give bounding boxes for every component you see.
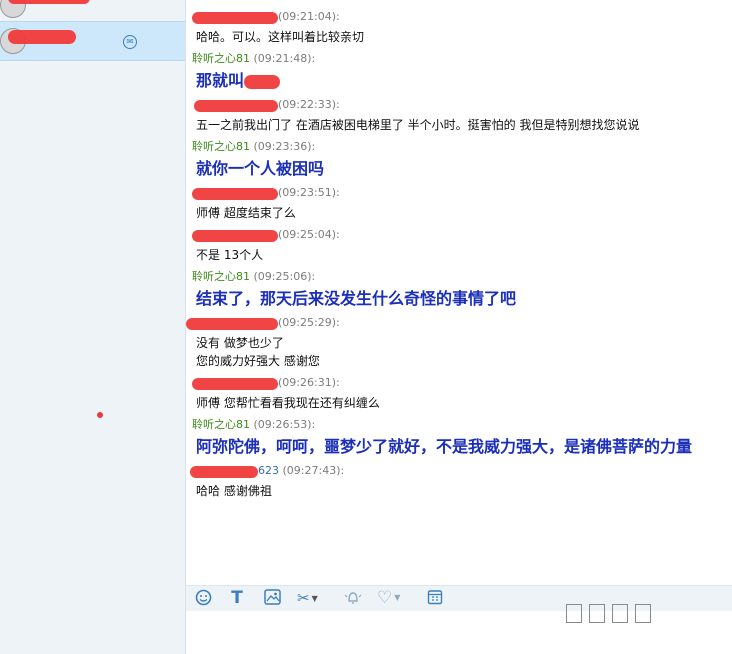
- message-item: 聆听之心81 (09:25:06): 结束了，那天后来没发生什么奇怪的事情了吧: [192, 269, 732, 310]
- message-time: (09:21:48):: [253, 52, 316, 65]
- message-time: (09:22:33):: [278, 98, 340, 111]
- smiley-icon[interactable]: [194, 589, 212, 607]
- calendar-icon[interactable]: [426, 589, 444, 607]
- chat-history[interactable]: (09:21:04): 哈哈。可以。这样叫着比较亲切 聆听之心81 (09:21…: [186, 0, 732, 585]
- redaction-mark: [186, 318, 278, 330]
- redaction-mark: [8, 30, 76, 44]
- message-header: (09:25:04):: [192, 227, 732, 243]
- message-text: 师傅 您帮忙看看我现在还有纠缠么: [196, 396, 380, 410]
- message-header: 聆听之心81 (09:26:53):: [192, 417, 732, 433]
- message-item: (09:25:29): 没有 做梦也少了 您的威力好强大 感谢您: [186, 315, 732, 369]
- redaction-mark: [190, 466, 258, 478]
- contact-item-selected[interactable]: ✉: [0, 21, 185, 61]
- message-text: 结束了，那天后来没发生什么奇怪的事情了吧: [196, 289, 517, 308]
- redaction-mark: [192, 230, 278, 242]
- message-text: 五一之前我出门了 在酒店被困电梯里了 半个小时。挺害怕的 我但是特别想找您说说: [196, 118, 640, 132]
- contact-item[interactable]: [0, 0, 185, 18]
- message-header: 聆听之心81 (09:21:48):: [192, 51, 732, 67]
- sender-name: 聆听之心81: [192, 418, 250, 431]
- message-text: 不是 13个人: [196, 248, 264, 262]
- contact-list: ✉: [0, 0, 186, 654]
- message-text: 就你一个人被困吗: [196, 159, 325, 178]
- scissors-icon[interactable]: ✂ ▼: [297, 589, 327, 607]
- message-text-line2: 您的威力好强大 感谢您: [196, 354, 320, 368]
- message-time: (09:25:29):: [278, 316, 340, 329]
- message-header: (09:26:31):: [192, 375, 732, 391]
- message-header: 聆听之心81 (09:25:06):: [192, 269, 732, 285]
- message-item: (09:22:33): 五一之前我出门了 在酒店被困电梯里了 半个小时。挺害怕的…: [192, 97, 732, 133]
- message-item: (09:21:04): 哈哈。可以。这样叫着比较亲切: [192, 9, 732, 45]
- message-header: 623 (09:27:43):: [190, 463, 732, 479]
- message-header: (09:25:29):: [186, 315, 732, 331]
- image-icon[interactable]: [263, 589, 281, 607]
- message-time: (09:25:06):: [253, 270, 316, 283]
- message-time: (09:25:04):: [278, 228, 340, 241]
- redaction-mark: [192, 188, 278, 200]
- text-format-icon[interactable]: T: [228, 589, 246, 607]
- message-time: (09:27:43):: [282, 464, 345, 477]
- message-time: (09:26:53):: [253, 418, 316, 431]
- redaction-mark: [192, 378, 278, 390]
- message-time: (09:21:04):: [278, 10, 340, 23]
- sender-name: 聆听之心81: [192, 52, 250, 65]
- message-header: (09:23:51):: [192, 185, 732, 201]
- message-item: 623 (09:27:43): 哈哈 感谢佛祖: [190, 463, 732, 499]
- message-item: 聆听之心81 (09:21:48): 那就叫: [192, 51, 732, 92]
- message-item: 聆听之心81 (09:26:53): 阿弥陀佛，呵呵，噩梦少了就好，不是我威力强…: [192, 417, 732, 458]
- message-text: 师傅 超度结束了么: [196, 206, 296, 220]
- sender-name: 聆听之心81: [192, 270, 250, 283]
- message-text: 哈哈。可以。这样叫着比较亲切: [196, 30, 365, 44]
- message-header: 聆听之心81 (09:23:36):: [192, 139, 732, 155]
- sender-name: 聆听之心81: [192, 140, 250, 153]
- message-text: 哈哈 感谢佛祖: [196, 484, 272, 498]
- message-time: (09:26:31):: [278, 376, 340, 389]
- message-text: 没有 做梦也少了: [196, 336, 284, 350]
- message-header: (09:21:04):: [192, 9, 732, 25]
- message-text: 阿弥陀佛，呵呵，噩梦少了就好，不是我威力强大，是诸佛菩萨的力量: [196, 437, 693, 456]
- sender-name: 623: [258, 464, 279, 477]
- message-item: (09:26:31): 师傅 您帮忙看看我现在还有纠缠么: [192, 375, 732, 411]
- unread-dot: [97, 412, 103, 418]
- message-header: (09:22:33):: [192, 97, 732, 113]
- redaction-mark: [192, 12, 278, 24]
- message-item: (09:23:51): 师傅 超度结束了么: [192, 185, 732, 221]
- message-time: (09:23:51):: [278, 186, 340, 199]
- heart-icon[interactable]: ♡ ▼: [377, 589, 411, 607]
- bell-shake-icon[interactable]: [343, 589, 363, 607]
- redaction-mark: [8, 0, 90, 4]
- message-item: (09:25:04): 不是 13个人: [192, 227, 732, 263]
- message-text: 那就叫: [192, 70, 732, 92]
- message-icon[interactable]: ✉: [123, 35, 137, 49]
- redaction-mark: [194, 100, 278, 112]
- redaction-mark: [244, 74, 281, 89]
- message-item: 聆听之心81 (09:23:36): 就你一个人被困吗: [192, 139, 732, 180]
- placeholder-glyphs: [566, 604, 658, 627]
- message-time: (09:23:36):: [253, 140, 316, 153]
